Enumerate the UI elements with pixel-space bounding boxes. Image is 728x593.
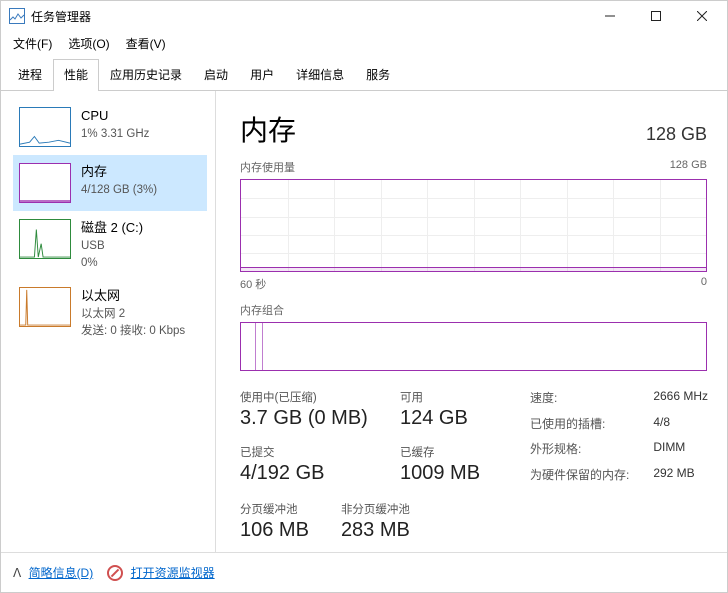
sidebar-sub: 以太网 2 bbox=[81, 306, 185, 323]
kv-value: DIMM bbox=[653, 440, 710, 460]
sidebar-item-ethernet[interactable]: 以太网 以太网 2 发送: 0 接收: 0 Kbps bbox=[13, 279, 207, 347]
sidebar-label: 内存 bbox=[81, 163, 157, 182]
sidebar-label: 磁盘 2 (C:) bbox=[81, 219, 143, 238]
kv-value: 2666 MHz bbox=[653, 389, 710, 409]
menubar: 文件(F) 选项(O) 查看(V) bbox=[1, 31, 727, 58]
stat-value: 3.7 GB (0 MB) bbox=[240, 407, 400, 430]
sidebar-sub: 1% 3.31 GHz bbox=[81, 126, 149, 143]
page-title: 内存 bbox=[240, 109, 296, 149]
sidebar-label: CPU bbox=[81, 107, 149, 126]
sidebar-sub: 4/128 GB (3%) bbox=[81, 182, 157, 199]
tab-users[interactable]: 用户 bbox=[239, 59, 285, 91]
tab-details[interactable]: 详细信息 bbox=[285, 59, 355, 91]
stat-label: 可用 bbox=[400, 389, 530, 405]
tab-processes[interactable]: 进程 bbox=[7, 59, 53, 91]
close-button[interactable] bbox=[679, 1, 725, 31]
open-resmon-link[interactable]: 打开资源监视器 bbox=[107, 564, 214, 582]
stat-label: 已提交 bbox=[240, 444, 400, 460]
kv-label: 为硬件保留的内存: bbox=[530, 466, 631, 486]
memory-composition-graph bbox=[240, 322, 707, 371]
kv-value: 4/8 bbox=[653, 415, 710, 435]
axis-right: 0 bbox=[701, 276, 707, 292]
menu-view[interactable]: 查看(V) bbox=[120, 33, 172, 54]
app-icon bbox=[9, 8, 25, 24]
memory-thumb bbox=[19, 163, 71, 203]
minimize-button[interactable] bbox=[587, 1, 633, 31]
stat-value: 4/192 GB bbox=[240, 462, 400, 485]
sidebar-sub: 发送: 0 接收: 0 Kbps bbox=[81, 323, 185, 340]
sidebar-item-disk[interactable]: 磁盘 2 (C:) USB 0% bbox=[13, 211, 207, 279]
stat-value: 124 GB bbox=[400, 407, 530, 430]
kv-value: 292 MB bbox=[653, 466, 710, 486]
maximize-button[interactable] bbox=[633, 1, 679, 31]
kv-label: 速度: bbox=[530, 389, 631, 409]
chevron-up-icon: ᐱ bbox=[13, 566, 21, 580]
cpu-thumb bbox=[19, 107, 71, 147]
stat-label: 使用中(已压缩) bbox=[240, 389, 400, 405]
stat-value: 283 MB bbox=[341, 519, 410, 542]
main-panel: 内存 128 GB 内存使用量 128 GB 60 秒 0 内存组合 bbox=[216, 91, 727, 552]
kv-label: 外形规格: bbox=[530, 440, 631, 460]
menu-options[interactable]: 选项(O) bbox=[62, 33, 115, 54]
tab-startup[interactable]: 启动 bbox=[193, 59, 239, 91]
sidebar-item-cpu[interactable]: CPU 1% 3.31 GHz bbox=[13, 99, 207, 155]
memory-usage-graph bbox=[240, 179, 707, 272]
sidebar-item-memory[interactable]: 内存 4/128 GB (3%) bbox=[13, 155, 207, 211]
memory-total: 128 GB bbox=[646, 124, 707, 145]
disk-thumb bbox=[19, 219, 71, 259]
menu-file[interactable]: 文件(F) bbox=[7, 33, 58, 54]
sidebar: CPU 1% 3.31 GHz 内存 4/128 GB (3%) 磁盘 2 (C… bbox=[1, 91, 216, 552]
stat-label: 非分页缓冲池 bbox=[341, 501, 410, 517]
footer: ᐱ 简略信息(D) 打开资源监视器 bbox=[1, 552, 727, 592]
stat-label: 已缓存 bbox=[400, 444, 530, 460]
tabs: 进程 性能 应用历史记录 启动 用户 详细信息 服务 bbox=[1, 58, 727, 91]
usage-label: 内存使用量 bbox=[240, 159, 295, 175]
titlebar: 任务管理器 bbox=[1, 1, 727, 31]
sidebar-sub: USB bbox=[81, 238, 143, 255]
content: CPU 1% 3.31 GHz 内存 4/128 GB (3%) 磁盘 2 (C… bbox=[1, 91, 727, 552]
fewer-details-link[interactable]: ᐱ 简略信息(D) bbox=[13, 564, 93, 581]
sidebar-sub: 0% bbox=[81, 255, 143, 272]
tab-history[interactable]: 应用历史记录 bbox=[99, 59, 193, 91]
tab-services[interactable]: 服务 bbox=[355, 59, 401, 91]
sidebar-label: 以太网 bbox=[81, 287, 185, 306]
stat-value: 106 MB bbox=[240, 519, 309, 542]
axis-left: 60 秒 bbox=[240, 276, 266, 292]
window-title: 任务管理器 bbox=[31, 8, 91, 25]
resmon-icon bbox=[107, 565, 123, 581]
composition-label: 内存组合 bbox=[240, 302, 707, 318]
stat-value: 1009 MB bbox=[400, 462, 530, 485]
ethernet-thumb bbox=[19, 287, 71, 327]
kv-label: 已使用的插槽: bbox=[530, 415, 631, 435]
usage-max: 128 GB bbox=[670, 159, 707, 175]
tab-performance[interactable]: 性能 bbox=[53, 59, 99, 91]
stat-label: 分页缓冲池 bbox=[240, 501, 309, 517]
